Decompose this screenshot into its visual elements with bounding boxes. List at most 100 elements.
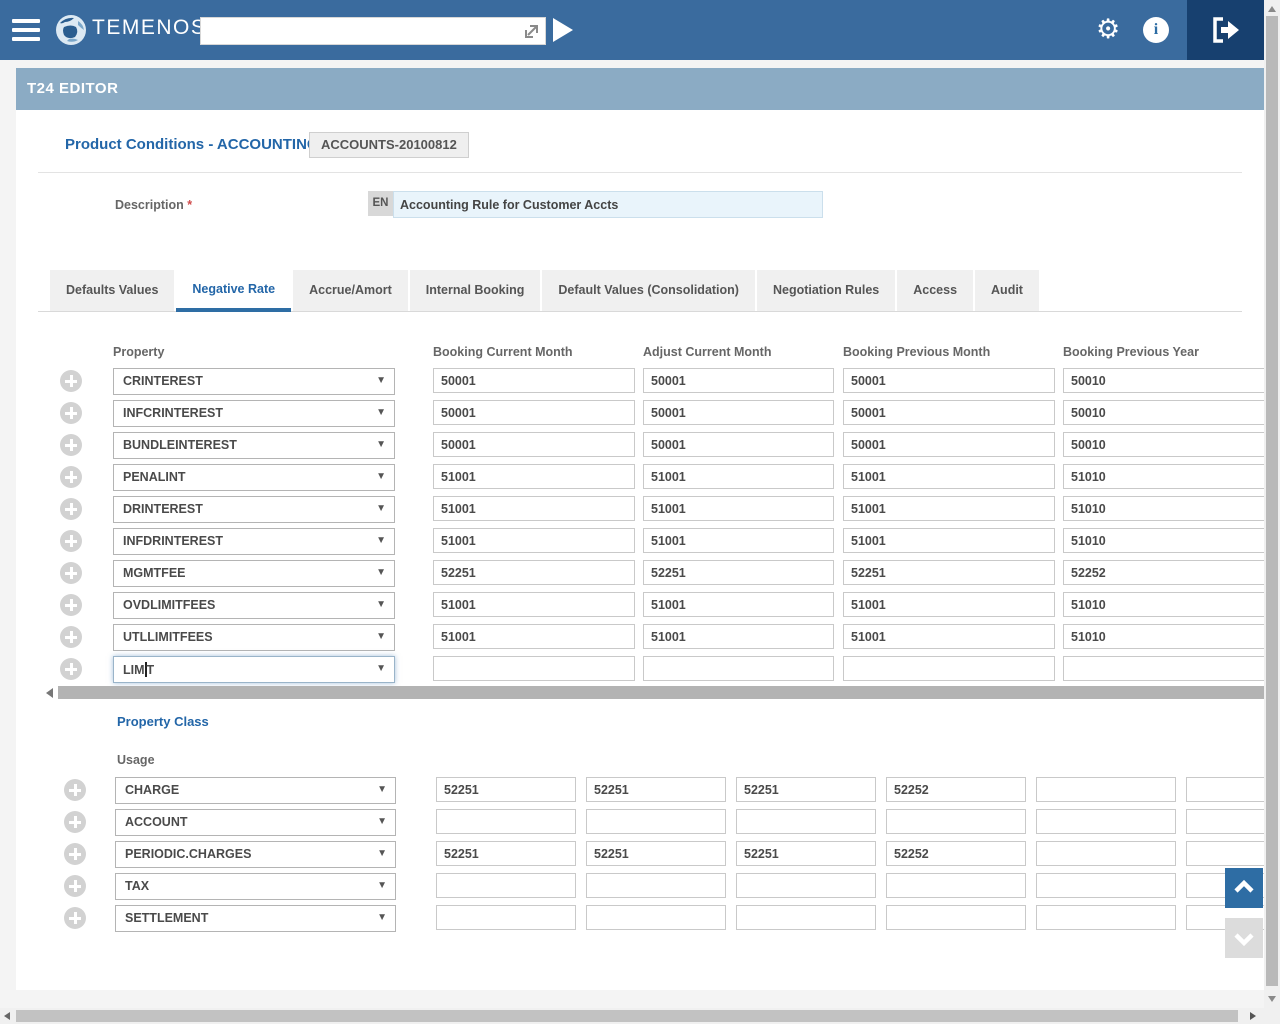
- usage-select[interactable]: ACCOUNT▼: [115, 809, 396, 836]
- tab-default-values-consolidation[interactable]: Default Values (Consolidation): [542, 270, 755, 311]
- property-select[interactable]: INFDRINTEREST▼: [113, 528, 395, 555]
- booking-current-month-input[interactable]: [433, 592, 635, 617]
- property-select[interactable]: CRINTEREST▼: [113, 368, 395, 395]
- usage-value-input[interactable]: [1186, 809, 1264, 834]
- usage-select[interactable]: SETTLEMENT▼: [115, 905, 396, 932]
- usage-value-input[interactable]: [1036, 809, 1176, 834]
- usage-value-input[interactable]: [436, 873, 576, 898]
- tab-internal-booking[interactable]: Internal Booking: [410, 270, 541, 311]
- scrollbar-left-arrow-icon[interactable]: [4, 1012, 10, 1020]
- usage-value-input[interactable]: [736, 777, 876, 802]
- usage-value-input[interactable]: [1036, 905, 1176, 930]
- add-row-button[interactable]: [60, 466, 82, 488]
- add-row-button[interactable]: [60, 370, 82, 392]
- add-row-button[interactable]: [64, 843, 86, 865]
- scrollbar-up-arrow-icon[interactable]: [1268, 6, 1276, 12]
- tab-access[interactable]: Access: [897, 270, 973, 311]
- add-row-button[interactable]: [64, 875, 86, 897]
- booking-previous-month-input[interactable]: [843, 560, 1055, 585]
- usage-value-input[interactable]: [886, 777, 1026, 802]
- page-horizontal-scrollbar[interactable]: [0, 1008, 1264, 1024]
- property-select[interactable]: MGMTFEE▼: [113, 560, 395, 587]
- usage-value-input[interactable]: [436, 777, 576, 802]
- add-row-button[interactable]: [60, 530, 82, 552]
- scroll-left-arrow-icon[interactable]: [46, 688, 53, 698]
- usage-value-input[interactable]: [886, 873, 1026, 898]
- booking-previous-year-input[interactable]: [1063, 432, 1264, 457]
- add-row-button[interactable]: [64, 907, 86, 929]
- menu-icon[interactable]: [12, 19, 40, 41]
- usage-value-input[interactable]: [586, 841, 726, 866]
- property-select-focused[interactable]: LIMT▼: [113, 656, 395, 683]
- search-input[interactable]: [207, 19, 511, 43]
- property-select[interactable]: DRINTEREST▼: [113, 496, 395, 523]
- booking-previous-year-input[interactable]: [1063, 464, 1264, 489]
- gear-icon[interactable]: ⚙: [1096, 13, 1120, 45]
- booking-current-month-input[interactable]: [433, 464, 635, 489]
- booking-current-month-input[interactable]: [433, 496, 635, 521]
- scrollbar-down-arrow-icon[interactable]: [1268, 996, 1276, 1002]
- scroll-up-button[interactable]: [1225, 868, 1263, 908]
- booking-previous-month-input[interactable]: [843, 592, 1055, 617]
- usage-value-input[interactable]: [436, 809, 576, 834]
- sign-out-button[interactable]: [1187, 0, 1264, 60]
- booking-previous-year-input[interactable]: [1063, 624, 1264, 649]
- booking-current-month-input[interactable]: [433, 432, 635, 457]
- add-row-button[interactable]: [60, 594, 82, 616]
- booking-previous-month-input[interactable]: [843, 496, 1055, 521]
- usage-value-input[interactable]: [1186, 841, 1264, 866]
- property-select[interactable]: PENALINT▼: [113, 464, 395, 491]
- scrollbar-right-arrow-icon[interactable]: [1250, 1012, 1256, 1020]
- usage-value-input[interactable]: [586, 873, 726, 898]
- usage-value-input[interactable]: [586, 777, 726, 802]
- scroll-down-button[interactable]: [1225, 918, 1263, 958]
- scrollbar-thumb[interactable]: [16, 1010, 1238, 1022]
- adjust-current-month-input[interactable]: [643, 464, 834, 489]
- add-row-button[interactable]: [64, 779, 86, 801]
- tab-negative-rate[interactable]: Negative Rate: [176, 270, 291, 312]
- property-select[interactable]: OVDLIMITFEES▼: [113, 592, 395, 619]
- booking-current-month-input[interactable]: [433, 656, 635, 681]
- property-select[interactable]: INFCRINTEREST▼: [113, 400, 395, 427]
- booking-previous-year-input[interactable]: [1063, 496, 1264, 521]
- booking-previous-year-input[interactable]: [1063, 528, 1264, 553]
- scrollbar-thumb[interactable]: [58, 686, 1264, 699]
- booking-current-month-input[interactable]: [433, 400, 635, 425]
- adjust-current-month-input[interactable]: [643, 368, 834, 393]
- adjust-current-month-input[interactable]: [643, 656, 834, 681]
- tab-accrue-amort[interactable]: Accrue/Amort: [293, 270, 408, 311]
- usage-value-input[interactable]: [886, 809, 1026, 834]
- booking-previous-year-input[interactable]: [1063, 656, 1264, 681]
- info-icon[interactable]: i: [1143, 17, 1169, 43]
- usage-select[interactable]: PERIODIC.CHARGES▼: [115, 841, 396, 868]
- add-row-button[interactable]: [60, 434, 82, 456]
- booking-previous-year-input[interactable]: [1063, 368, 1264, 393]
- page-vertical-scrollbar[interactable]: [1264, 0, 1280, 1024]
- usage-value-input[interactable]: [736, 841, 876, 866]
- booking-current-month-input[interactable]: [433, 560, 635, 585]
- usage-value-input[interactable]: [436, 841, 576, 866]
- description-input[interactable]: [393, 191, 823, 218]
- booking-previous-month-input[interactable]: [843, 368, 1055, 393]
- property-select[interactable]: UTLLIMITFEES▼: [113, 624, 395, 651]
- booking-previous-year-input[interactable]: [1063, 560, 1264, 585]
- play-icon[interactable]: [553, 18, 573, 42]
- booking-previous-year-input[interactable]: [1063, 592, 1264, 617]
- add-row-button[interactable]: [64, 811, 86, 833]
- adjust-current-month-input[interactable]: [643, 592, 834, 617]
- booking-current-month-input[interactable]: [433, 368, 635, 393]
- booking-previous-month-input[interactable]: [843, 656, 1055, 681]
- adjust-current-month-input[interactable]: [643, 400, 834, 425]
- usage-value-input[interactable]: [736, 809, 876, 834]
- tab-negotiation-rules[interactable]: Negotiation Rules: [757, 270, 895, 311]
- booking-previous-year-input[interactable]: [1063, 400, 1264, 425]
- usage-select[interactable]: CHARGE▼: [115, 777, 396, 804]
- usage-value-input[interactable]: [1186, 777, 1264, 802]
- booking-current-month-input[interactable]: [433, 528, 635, 553]
- tab-audit[interactable]: Audit: [975, 270, 1039, 311]
- add-row-button[interactable]: [60, 498, 82, 520]
- adjust-current-month-input[interactable]: [643, 528, 834, 553]
- usage-value-input[interactable]: [586, 905, 726, 930]
- adjust-current-month-input[interactable]: [643, 496, 834, 521]
- booking-previous-month-input[interactable]: [843, 624, 1055, 649]
